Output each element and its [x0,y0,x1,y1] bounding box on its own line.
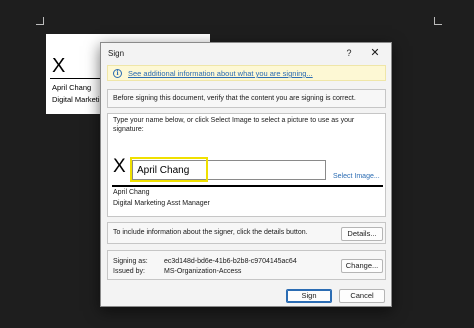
verify-text: Before signing this document, verify tha… [113,95,356,102]
issued-by-value: MS-Organization-Access [164,268,242,275]
highlight-annotation [130,157,208,182]
details-text: To include information about the signer,… [113,229,308,236]
document-signer-name: April Chang [52,83,92,92]
info-bar: i See additional information about what … [107,65,386,81]
page-corner-mark-left [36,17,44,25]
document-signature-x: X [52,55,66,77]
help-button[interactable]: ? [341,46,357,61]
issued-by-label: Issued by: [113,268,145,275]
document-signature-line [50,78,105,79]
suggested-signer-title: Digital Marketing Asst Manager [113,200,210,207]
dialog-titlebar: Sign ? ✕ [101,43,391,63]
page-corner-mark-right [434,17,442,25]
change-button[interactable]: Change... [341,259,383,273]
certificate-section: Signing as: ec3d148d-bd6e-41b6-b2b8-c970… [107,250,386,280]
close-button[interactable]: ✕ [367,46,383,61]
signature-x-mark: X [113,156,126,177]
signature-instructions: Type your name below, or click Select Im… [113,117,355,124]
cancel-button[interactable]: Cancel [339,289,385,303]
signing-as-value: ec3d148d-bd6e-41b6-b2b8-c9704145ac64 [164,258,297,265]
verify-message: Before signing this document, verify tha… [107,89,386,108]
sign-button[interactable]: Sign [286,289,332,303]
suggested-signer-name: April Chang [113,189,150,196]
signature-instructions-cont: signature: [113,126,144,133]
signature-panel: Type your name below, or click Select Im… [107,113,386,217]
sign-dialog: Sign ? ✕ i See additional information ab… [100,42,392,307]
document-signer-title: Digital Marketi [52,95,100,104]
info-icon: i [113,69,122,78]
additional-info-link[interactable]: See additional information about what yo… [128,69,313,78]
details-button[interactable]: Details... [341,227,383,241]
details-section: To include information about the signer,… [107,222,386,244]
select-image-link[interactable]: Select Image... [333,173,380,180]
dialog-title: Sign [108,49,125,58]
signing-as-label: Signing as: [113,258,148,265]
signature-line [112,185,383,187]
